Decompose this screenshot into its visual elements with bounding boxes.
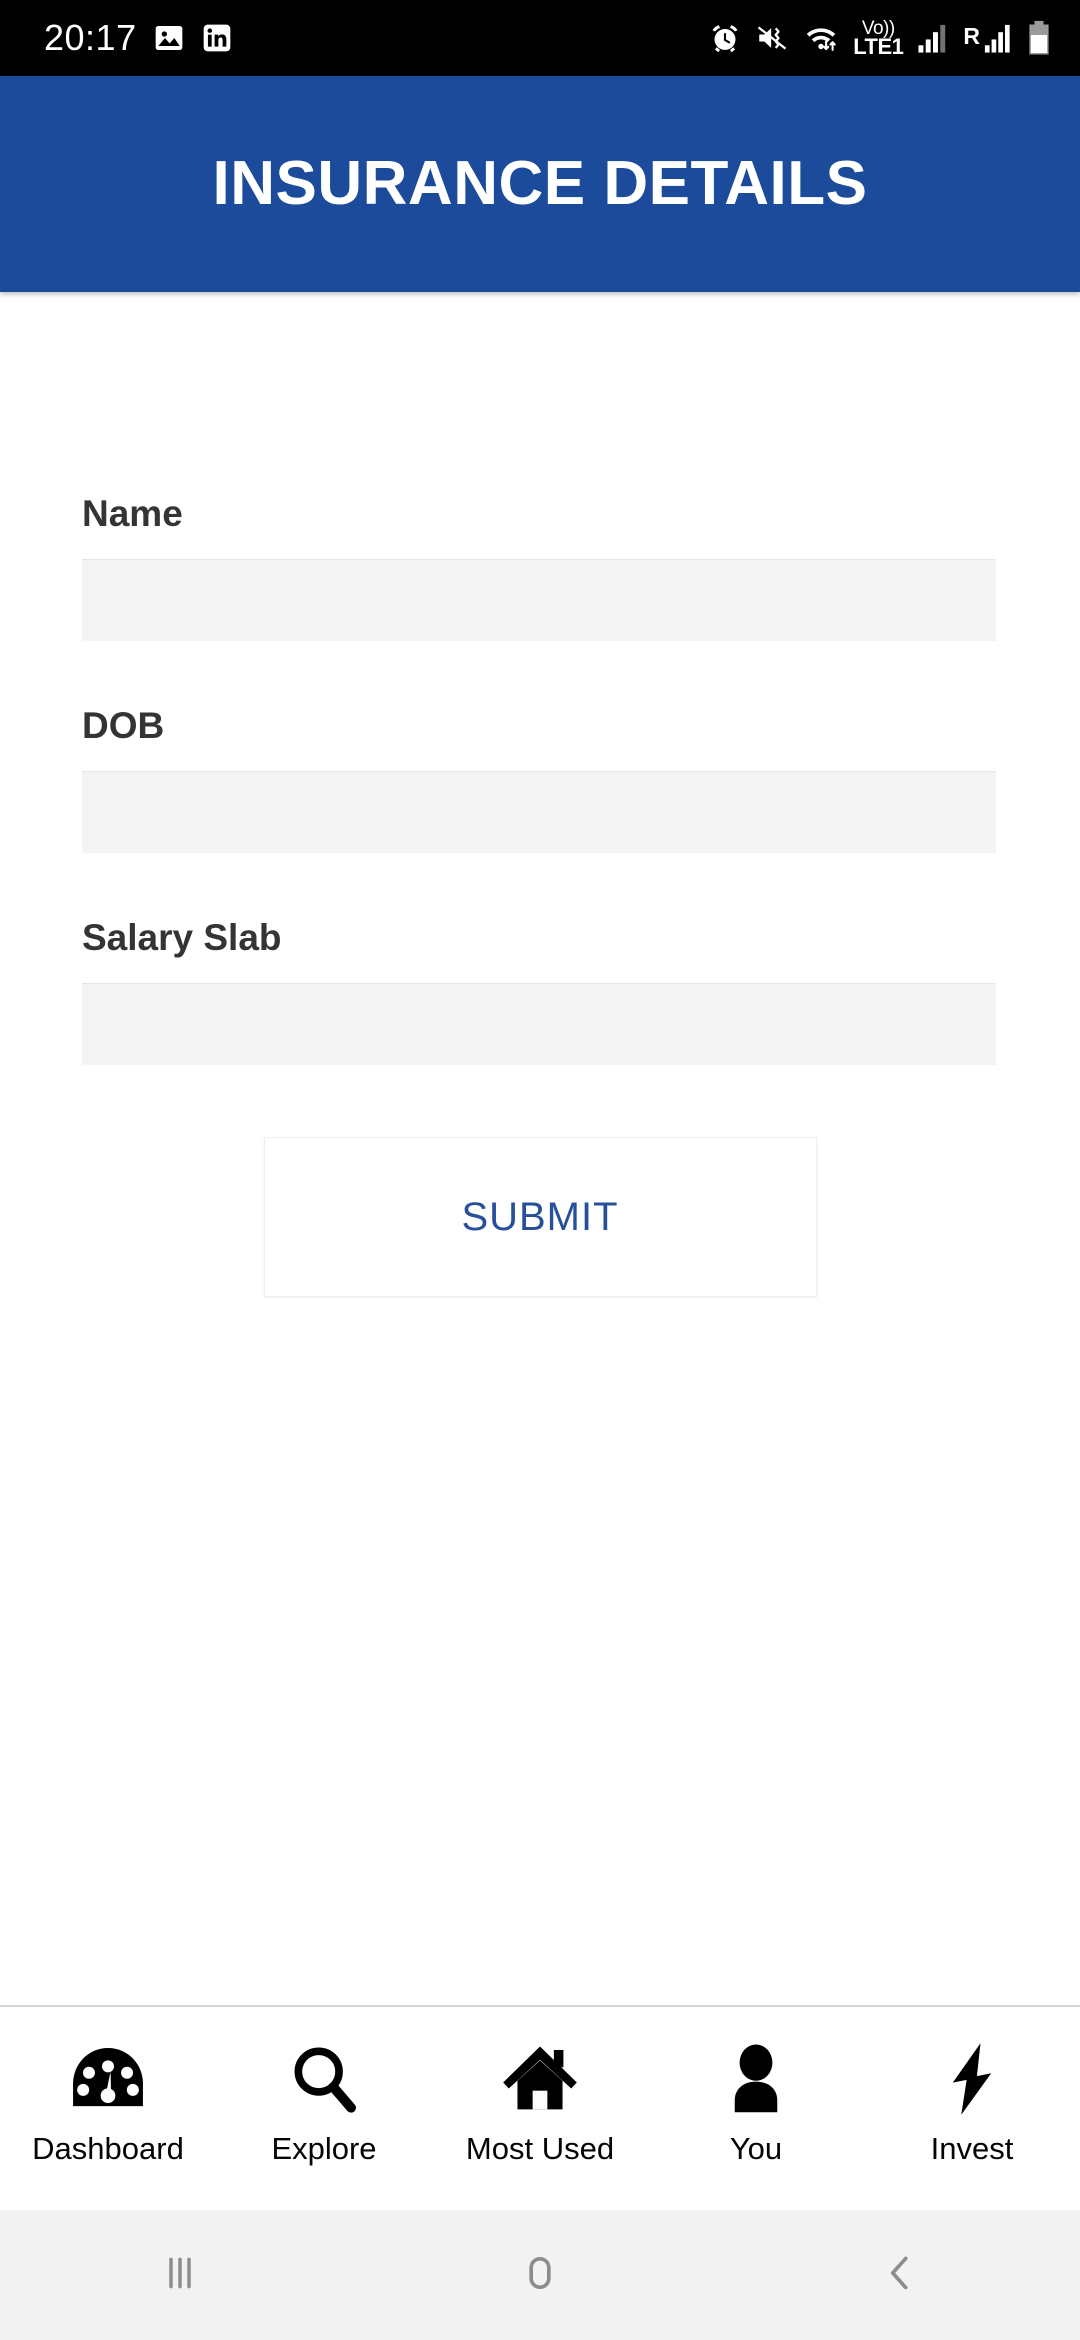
field-gap-2 [82, 853, 998, 919]
roaming-indicator: R [963, 22, 1013, 54]
alarm-icon [708, 21, 742, 55]
nav-item-explore[interactable]: Explore [224, 2039, 424, 2164]
nav-label-invest: Invest [930, 2131, 1014, 2166]
speedometer-icon [69, 2039, 147, 2119]
home-circle-icon [517, 2250, 563, 2301]
submit-button-label: SUBMIT [461, 1195, 619, 1239]
submit-button[interactable]: SUBMIT [263, 1137, 817, 1297]
recents-button[interactable] [80, 2210, 280, 2340]
nav-item-you[interactable]: You [656, 2039, 856, 2164]
home-icon [501, 2039, 579, 2119]
battery-icon [1026, 20, 1052, 56]
status-bar-clock: 20:17 [44, 17, 137, 58]
field-label-name: Name [82, 493, 183, 534]
form-content: Name DOB Salary Slab SUBMIT [0, 292, 1080, 2005]
vibrate-mute-icon [755, 21, 789, 55]
chevron-left-icon [877, 2250, 923, 2301]
volte-label-bottom: LTE1 [853, 33, 904, 59]
status-bar-right: Vo)) LTE1 R [708, 19, 1052, 58]
field-gap-1 [82, 641, 998, 707]
wifi-data-icon [802, 21, 840, 55]
field-label-salary-slab: Salary Slab [82, 917, 282, 958]
android-system-nav [0, 2210, 1080, 2340]
back-button[interactable] [800, 2210, 1000, 2340]
field-salary-slab: Salary Slab [82, 919, 998, 1065]
nav-label-dashboard: Dashboard [32, 2131, 184, 2166]
status-bar: 20:17 Vo)) LTE1 R [0, 0, 1080, 76]
nav-item-invest[interactable]: Invest [872, 2039, 1072, 2164]
dob-input[interactable] [82, 771, 996, 853]
roaming-letter: R [963, 23, 980, 49]
app-header: INSURANCE DETAILS [0, 76, 1080, 292]
bottom-navigation-bar: Dashboard Explore Most Used You Invest [0, 2005, 1080, 2210]
submit-row: SUBMIT [82, 1137, 998, 1297]
nav-item-dashboard[interactable]: Dashboard [8, 2039, 208, 2164]
search-icon [288, 2039, 360, 2119]
name-input[interactable] [82, 559, 996, 641]
signal-bars-sim1-icon [916, 22, 950, 54]
top-spacer [82, 292, 998, 495]
status-bar-left: 20:17 [44, 20, 233, 56]
recents-icon [157, 2250, 203, 2301]
linkedin-icon [201, 22, 233, 54]
home-button[interactable] [440, 2210, 640, 2340]
nav-label-you: You [729, 2131, 783, 2166]
field-name: Name [82, 495, 998, 641]
page-title: INSURANCE DETAILS [212, 149, 868, 218]
nav-label-explore: Explore [271, 2131, 377, 2166]
lightning-bolt-icon [946, 2039, 998, 2119]
field-dob: DOB [82, 707, 998, 853]
nav-label-most-used: Most Used [465, 2131, 615, 2166]
photo-icon [153, 22, 185, 54]
field-label-dob: DOB [82, 705, 165, 746]
volte-indicator: Vo)) LTE1 [853, 19, 904, 59]
signal-bars-sim2-icon [983, 22, 1013, 54]
salary-slab-input[interactable] [82, 983, 996, 1065]
phone-screen: 20:17 Vo)) LTE1 R INSURANCE DETAILS Name… [0, 0, 1080, 2340]
person-icon [725, 2039, 787, 2119]
nav-item-most-used[interactable]: Most Used [440, 2039, 640, 2164]
